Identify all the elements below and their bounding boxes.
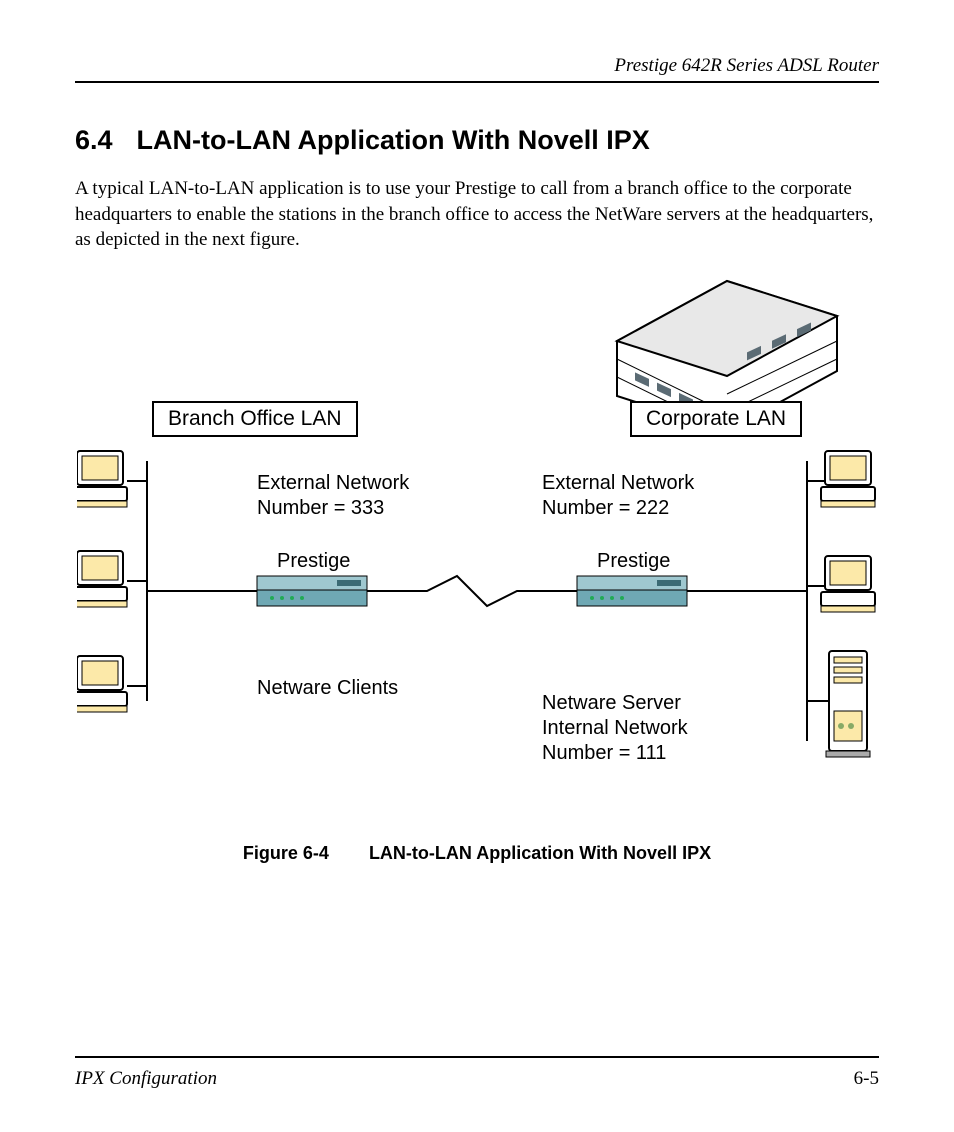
server-icon	[826, 651, 870, 757]
branch-lan-label: Branch Office LAN	[152, 401, 358, 437]
netware-server-label: Netware Server Internal Network Number =…	[542, 691, 688, 766]
computer-icon	[77, 551, 127, 607]
document-page: Prestige 642R Series ADSL Router 6.4 LAN-…	[0, 0, 954, 1132]
computer-icon	[821, 556, 875, 612]
page-footer: IPX Configuration 6-5	[75, 1056, 879, 1090]
diagram-figure: Branch Office LAN Corporate LAN External…	[77, 271, 877, 821]
figure-caption: Figure 6-4 LAN-to-LAN Application With No…	[75, 843, 879, 864]
running-title: Prestige 642R Series ADSL Router	[614, 55, 879, 76]
computer-icon	[821, 451, 875, 507]
netware-clients-label: Netware Clients	[257, 676, 398, 701]
router-icon	[257, 576, 367, 606]
branch-extnet-label: External Network Number = 333	[257, 471, 409, 521]
figure-number: Figure 6-4	[243, 843, 329, 863]
corp-extnet-label: External Network Number = 222	[542, 471, 694, 521]
footer-section: IPX Configuration	[75, 1068, 217, 1090]
prestige-left-label: Prestige	[277, 549, 350, 574]
running-header: Prestige 642R Series ADSL Router	[75, 55, 879, 83]
body-paragraph: A typical LAN-to-LAN application is to u…	[75, 176, 879, 253]
section-title: LAN-to-LAN Application With Novell IPX	[137, 125, 650, 155]
section-heading: 6.4 LAN-to-LAN Application With Novell IP…	[75, 125, 879, 156]
corporate-lan-label: Corporate LAN	[630, 401, 802, 437]
section-number: 6.4	[75, 125, 113, 156]
figure-title: LAN-to-LAN Application With Novell IPX	[369, 843, 711, 863]
prestige-right-label: Prestige	[597, 549, 670, 574]
footer-page-number: 6-5	[854, 1068, 879, 1090]
router-icon	[577, 576, 687, 606]
computer-icon	[77, 656, 127, 712]
diagram-svg	[77, 271, 877, 821]
computer-icon	[77, 451, 127, 507]
